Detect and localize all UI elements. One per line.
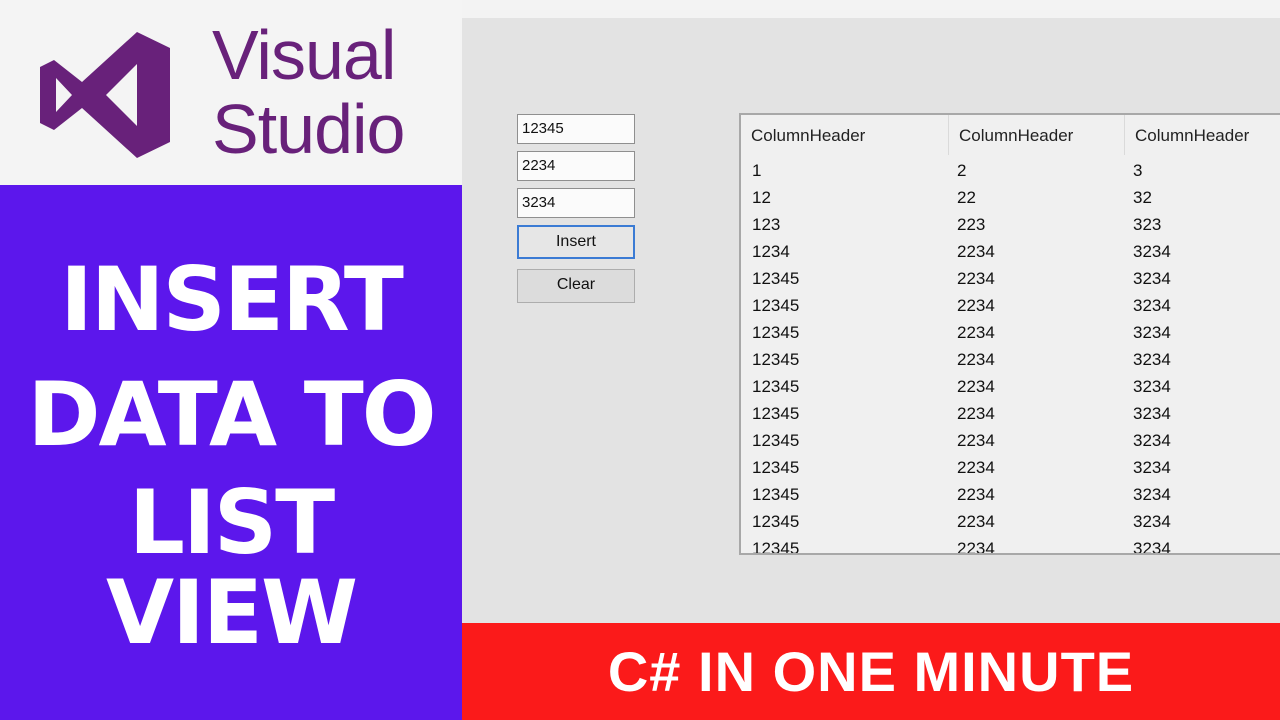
list-item[interactable]: 123 223 323: [741, 211, 1280, 238]
list-item-cell-1: 12345: [752, 323, 800, 342]
list-item-cell-2: 22: [957, 188, 976, 207]
title-line-2: DATA TO: [27, 363, 436, 466]
list-item-cell-2: 2234: [957, 404, 995, 423]
list-view-header: ColumnHeader ColumnHeader ColumnHeader: [741, 115, 1280, 155]
list-item-cell-3: 3234: [1133, 512, 1171, 531]
list-item-cell-3: 3234: [1133, 269, 1171, 288]
column-header-1[interactable]: ColumnHeader: [741, 115, 948, 155]
list-item-cell-2: 2234: [957, 350, 995, 369]
list-item-cell-1: 1234: [752, 242, 790, 261]
list-item-cell-1: 123: [752, 215, 781, 234]
list-view-rows: 1 2 3 12 22 32 123 223 323 1234 2234 3234 12345 2234 3…: [741, 157, 1280, 555]
list-item-cell-2: 2234: [957, 458, 995, 477]
list-item-cell-1: 12345: [752, 458, 800, 477]
title-line-1: INSERT: [60, 248, 404, 351]
list-item-cell-1: 12345: [752, 404, 800, 423]
list-item-cell-1: 12345: [752, 377, 800, 396]
list-item[interactable]: 12345 2234 3234: [741, 454, 1280, 481]
list-item-cell-3: 3234: [1133, 296, 1171, 315]
list-item-cell-2: 2234: [957, 377, 995, 396]
list-item-cell-1: 12345: [752, 431, 800, 450]
title-line-3: LIST VIEW: [105, 471, 358, 664]
list-item[interactable]: 12345 2234 3234: [741, 319, 1280, 346]
clear-button[interactable]: Clear: [517, 269, 635, 303]
list-item-cell-2: 2: [957, 161, 967, 180]
list-item-cell-3: 3234: [1133, 377, 1171, 396]
list-item-cell-1: 12345: [752, 512, 800, 531]
list-item[interactable]: 12 22 32: [741, 184, 1280, 211]
list-item-cell-2: 2234: [957, 269, 995, 288]
list-item-cell-2: 2234: [957, 512, 995, 531]
list-item[interactable]: 12345 2234 3234: [741, 508, 1280, 535]
textbox-2[interactable]: 2234: [517, 151, 635, 181]
list-item-cell-3: 3234: [1133, 458, 1171, 477]
list-item[interactable]: 12345 2234 3234: [741, 373, 1280, 400]
list-item[interactable]: 12345 2234 3234: [741, 481, 1280, 508]
column-header-3[interactable]: ColumnHeader: [1124, 115, 1280, 155]
list-item-cell-3: 3234: [1133, 323, 1171, 342]
form-top-bar: [462, 0, 1280, 18]
list-item-cell-3: 32: [1133, 188, 1152, 207]
list-item[interactable]: 12345 2234 3234: [741, 427, 1280, 454]
list-item-cell-3: 3: [1133, 161, 1143, 180]
list-item[interactable]: 1 2 3: [741, 157, 1280, 184]
list-item-cell-2: 2234: [957, 242, 995, 261]
list-item-cell-1: 12345: [752, 296, 800, 315]
list-item-cell-3: 3234: [1133, 404, 1171, 423]
list-item-cell-3: 3234: [1133, 539, 1171, 555]
list-item-cell-1: 12345: [752, 485, 800, 504]
list-item-cell-3: 3234: [1133, 431, 1171, 450]
list-item[interactable]: 12345 2234 3234: [741, 265, 1280, 292]
list-item[interactable]: 12345 2234 3234: [741, 535, 1280, 555]
list-item-cell-1: 12345: [752, 539, 800, 555]
banner-text: C# IN ONE MINUTE: [607, 640, 1135, 703]
list-view[interactable]: ColumnHeader ColumnHeader ColumnHeader 1…: [739, 113, 1280, 555]
list-item-cell-2: 2234: [957, 539, 995, 555]
list-item-cell-2: 2234: [957, 296, 995, 315]
list-item-cell-2: 223: [957, 215, 986, 234]
list-item-cell-3: 3234: [1133, 242, 1171, 261]
logo-word-visual: Visual: [212, 16, 396, 94]
list-item-cell-2: 2234: [957, 485, 995, 504]
column-header-2[interactable]: ColumnHeader: [948, 115, 1124, 155]
list-item[interactable]: 12345 2234 3234: [741, 346, 1280, 373]
visual-studio-icon: [40, 32, 170, 158]
list-item-cell-1: 1: [752, 161, 762, 180]
list-item[interactable]: 12345 2234 3234: [741, 292, 1280, 319]
list-item-cell-2: 2234: [957, 323, 995, 342]
textbox-1[interactable]: 12345: [517, 114, 635, 144]
list-item-cell-1: 12345: [752, 350, 800, 369]
insert-button[interactable]: Insert: [517, 225, 635, 259]
list-item[interactable]: 12345 2234 3234: [741, 400, 1280, 427]
list-item[interactable]: 1234 2234 3234: [741, 238, 1280, 265]
list-item-cell-3: 3234: [1133, 350, 1171, 369]
list-item-cell-2: 2234: [957, 431, 995, 450]
list-item-cell-1: 12345: [752, 269, 800, 288]
list-item-cell-3: 3234: [1133, 485, 1171, 504]
textbox-3[interactable]: 3234: [517, 188, 635, 218]
list-item-cell-1: 12: [752, 188, 771, 207]
list-item-cell-3: 323: [1133, 215, 1162, 234]
logo-word-studio: Studio: [212, 90, 405, 168]
